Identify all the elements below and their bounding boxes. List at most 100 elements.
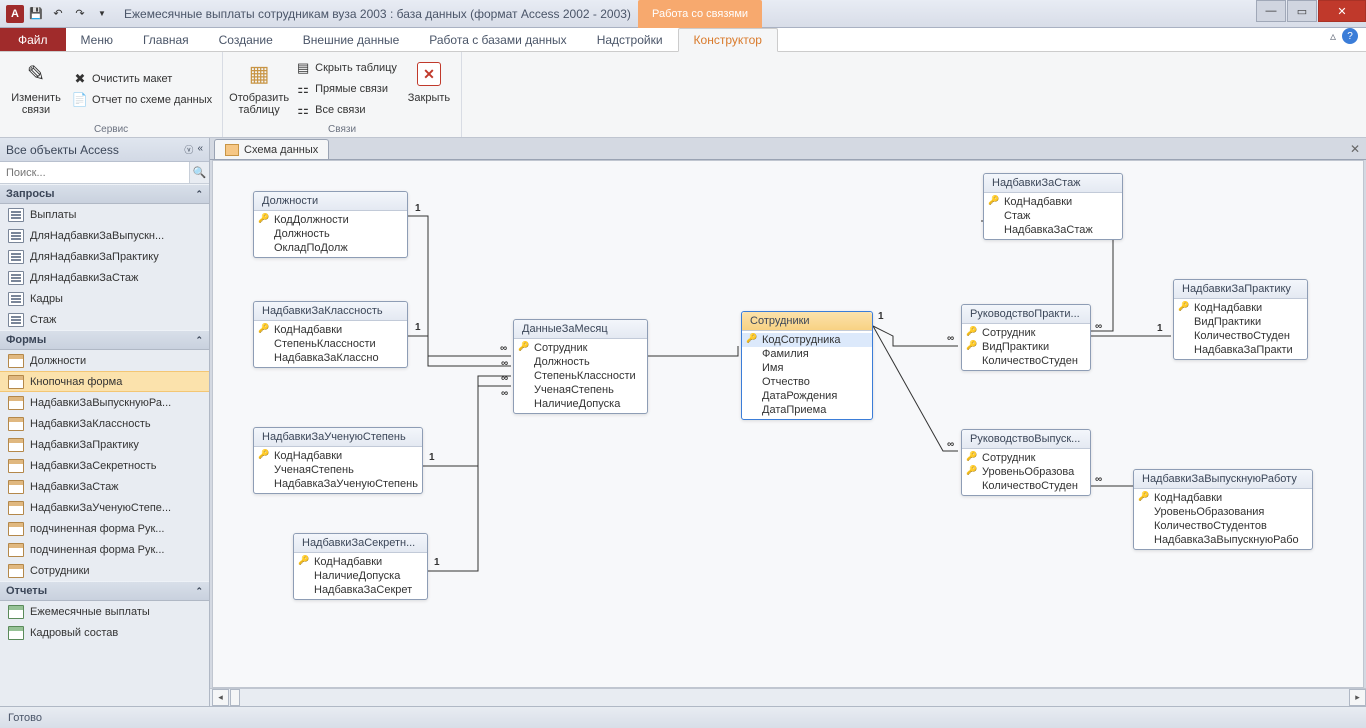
nav-item[interactable]: Выплаты [0, 204, 209, 225]
table-field[interactable]: НадбавкаЗаУченуюСтепень [254, 477, 422, 491]
hide-table-button[interactable]: ▤ Скрыть таблицу [293, 59, 399, 77]
ribbon-collapse-icon[interactable]: ▵ [1330, 29, 1336, 43]
tab-addins[interactable]: Надстройки [582, 28, 678, 51]
nav-item[interactable]: Кадровый состав [0, 622, 209, 643]
table-dannye-mesyats[interactable]: ДанныеЗаМесяцСотрудникДолжностьСтепеньКл… [513, 319, 648, 414]
nav-item[interactable]: Кадры [0, 288, 209, 309]
table-nadbavki-praktiku[interactable]: НадбавкиЗаПрактикуКодНадбавкиВидПрактики… [1173, 279, 1308, 360]
table-field[interactable]: УченаяСтепень [254, 463, 422, 477]
table-field[interactable]: СтепеньКлассности [254, 337, 407, 351]
maximize-button[interactable]: ▭ [1287, 0, 1317, 22]
table-field[interactable]: КодНадбавки [1134, 491, 1312, 505]
direct-relationships-button[interactable]: ⚏ Прямые связи [293, 80, 399, 98]
table-field[interactable]: ВидПрактики [962, 340, 1090, 354]
nav-item[interactable]: Кнопочная форма [0, 371, 209, 392]
table-field[interactable]: Сотрудник [962, 326, 1090, 340]
nav-item[interactable]: НадбавкиЗаУченуюСтепе... [0, 497, 209, 518]
nav-item[interactable]: Ежемесячные выплаты [0, 601, 209, 622]
table-nadbavki-stazh[interactable]: НадбавкиЗаСтажКодНадбавкиСтажНадбавкаЗаС… [983, 173, 1123, 240]
table-field[interactable]: ВидПрактики [1174, 315, 1307, 329]
table-field[interactable]: Отчество [742, 375, 872, 389]
table-field[interactable]: НадбавкаЗаПракти [1174, 343, 1307, 357]
table-nadbavki-vypusk[interactable]: НадбавкиЗаВыпускнуюРаботуКодНадбавкиУров… [1133, 469, 1313, 550]
table-field[interactable]: Фамилия [742, 347, 872, 361]
relationship-report-button[interactable]: 📄 Отчет по схеме данных [70, 91, 214, 109]
tab-create[interactable]: Создание [204, 28, 288, 51]
table-field[interactable]: НадбавкаЗаКлассно [254, 351, 407, 365]
save-icon[interactable]: 💾 [26, 4, 46, 24]
nav-item[interactable]: ДляНадбавкиЗаПрактику [0, 246, 209, 267]
nav-item[interactable]: НадбавкиЗаВыпускнуюРа... [0, 392, 209, 413]
table-field[interactable]: ДатаРождения [742, 389, 872, 403]
minimize-button[interactable]: — [1256, 0, 1286, 22]
tab-design[interactable]: Конструктор [678, 28, 778, 52]
scroll-split-icon[interactable] [230, 689, 240, 706]
table-field[interactable]: УровеньОбразова [962, 465, 1090, 479]
nav-collapse-icon[interactable]: « [197, 143, 203, 156]
table-field[interactable]: ОкладПоДолж [254, 241, 407, 255]
scroll-right-icon[interactable]: ▸ [1349, 689, 1366, 706]
table-field[interactable]: КодДолжности [254, 213, 407, 227]
table-field[interactable]: Должность [514, 355, 647, 369]
nav-header[interactable]: Все объекты Access ⓥ « [0, 138, 209, 162]
show-table-button[interactable]: ▦ Отобразить таблицу [231, 56, 287, 122]
table-field[interactable]: КодНадбавки [254, 323, 407, 337]
nav-item[interactable]: НадбавкиЗаСекретность [0, 455, 209, 476]
table-field[interactable]: КодНадбавки [1174, 301, 1307, 315]
table-field[interactable]: НадбавкаЗаСекрет [294, 583, 427, 597]
clear-layout-button[interactable]: ✖ Очистить макет [70, 70, 214, 88]
all-relationships-button[interactable]: ⚏ Все связи [293, 101, 399, 119]
tab-menu[interactable]: Меню [66, 28, 128, 51]
table-field[interactable]: КодСотрудника [742, 333, 872, 347]
nav-item[interactable]: НадбавкиЗаСтаж [0, 476, 209, 497]
scroll-left-icon[interactable]: ◂ [212, 689, 229, 706]
table-field[interactable]: КоличествоСтуден [962, 479, 1090, 493]
qat-dropdown-icon[interactable]: ▼ [92, 4, 112, 24]
table-field[interactable]: КоличествоСтудентов [1134, 519, 1312, 533]
table-field[interactable]: НадбавкаЗаВыпускнуюРабо [1134, 533, 1312, 547]
table-field[interactable]: КодНадбавки [294, 555, 427, 569]
table-field[interactable]: ДатаПриема [742, 403, 872, 417]
table-field[interactable]: НаличиеДопуска [294, 569, 427, 583]
search-button[interactable]: 🔍 [189, 162, 209, 183]
tab-database-tools[interactable]: Работа с базами данных [414, 28, 581, 51]
table-field[interactable]: УченаяСтепень [514, 383, 647, 397]
nav-group-queries[interactable]: Запросы ⌃ [0, 184, 209, 204]
app-logo[interactable]: A [6, 5, 24, 23]
close-button[interactable]: ✕ [1318, 0, 1366, 22]
nav-item[interactable]: НадбавкиЗаКлассность [0, 413, 209, 434]
table-nadbavki-sekretnost[interactable]: НадбавкиЗаСекретн...КодНадбавкиНаличиеДо… [293, 533, 428, 600]
table-nadbavki-klassnost[interactable]: НадбавкиЗаКлассностьКодНадбавкиСтепеньКл… [253, 301, 408, 368]
edit-relationships-button[interactable]: ✎ Изменить связи [8, 56, 64, 122]
tab-schema[interactable]: Схема данных [214, 139, 329, 159]
help-icon[interactable]: ? [1342, 28, 1358, 44]
tab-external-data[interactable]: Внешние данные [288, 28, 415, 51]
nav-item[interactable]: Должности [0, 350, 209, 371]
table-field[interactable]: Имя [742, 361, 872, 375]
table-field[interactable]: Должность [254, 227, 407, 241]
tab-home[interactable]: Главная [128, 28, 204, 51]
nav-dropdown-icon[interactable]: ⓥ [184, 143, 193, 156]
nav-item[interactable]: ДляНадбавкиЗаВыпускн... [0, 225, 209, 246]
table-field[interactable]: Сотрудник [514, 341, 647, 355]
relationship-canvas[interactable]: 1 ∞ 1 ∞ 1 ∞ 1 ∞ ∞ 1 1 ∞ ∞ ∞ 1 ∞ 1 Должно… [212, 160, 1364, 688]
table-field[interactable]: КодНадбавки [254, 449, 422, 463]
table-field[interactable]: НадбавкаЗаСтаж [984, 223, 1122, 237]
table-dolzhnosti[interactable]: ДолжностиКодДолжностиДолжностьОкладПоДол… [253, 191, 408, 258]
tab-close-icon[interactable]: ✕ [1350, 142, 1360, 156]
nav-item[interactable]: подчиненная форма Рук... [0, 539, 209, 560]
nav-item[interactable]: ДляНадбавкиЗаСтаж [0, 267, 209, 288]
table-field[interactable]: УровеньОбразования [1134, 505, 1312, 519]
table-field[interactable]: Стаж [984, 209, 1122, 223]
nav-group-forms[interactable]: Формы ⌃ [0, 330, 209, 350]
table-nadbavki-uchstepen[interactable]: НадбавкиЗаУченуюСтепеньКодНадбавкиУченая… [253, 427, 423, 494]
nav-item[interactable]: Стаж [0, 309, 209, 330]
file-tab[interactable]: Файл [0, 28, 66, 51]
table-field[interactable]: СтепеньКлассности [514, 369, 647, 383]
table-field[interactable]: Сотрудник [962, 451, 1090, 465]
table-field[interactable]: КодНадбавки [984, 195, 1122, 209]
search-input[interactable] [0, 162, 189, 183]
nav-item[interactable]: Сотрудники [0, 560, 209, 581]
undo-icon[interactable]: ↶ [48, 4, 68, 24]
nav-item[interactable]: подчиненная форма Рук... [0, 518, 209, 539]
